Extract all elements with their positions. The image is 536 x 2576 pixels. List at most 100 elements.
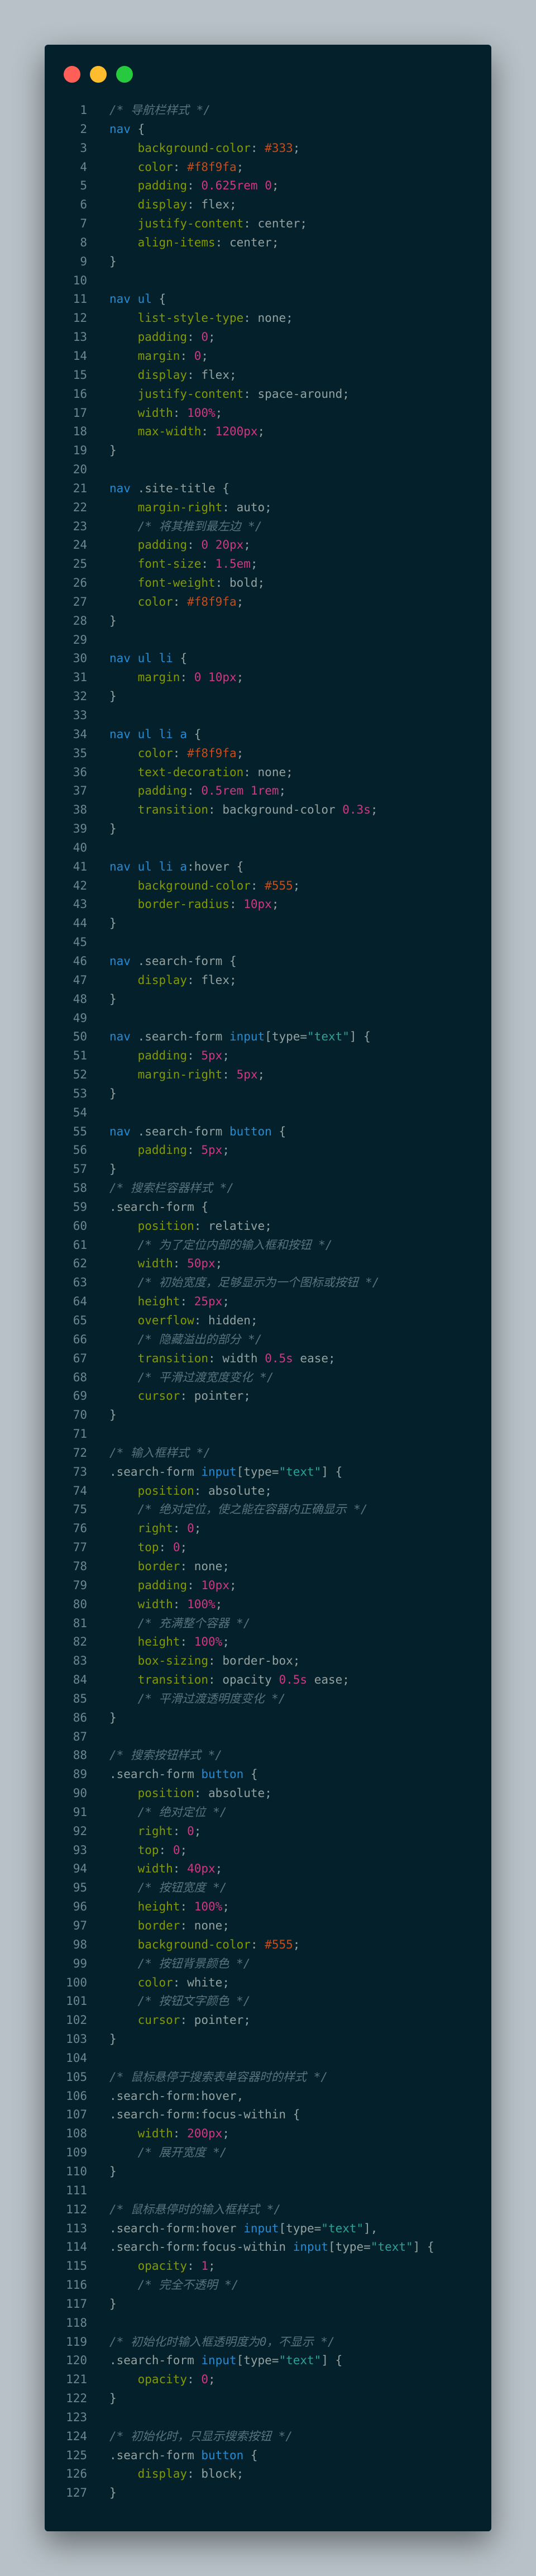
line-number: 116: [66, 2278, 87, 2292]
code-token: "text": [370, 2240, 413, 2254]
close-dot-icon[interactable]: [64, 66, 80, 83]
code-token: top: [137, 1843, 159, 1857]
code-token: ;: [229, 368, 237, 382]
code-token: 5px: [201, 1143, 223, 1157]
line-number: 58: [73, 1181, 87, 1195]
code-token: :: [250, 141, 265, 155]
line-number: 22: [73, 500, 87, 514]
code-token: ;: [265, 500, 272, 514]
code-token: .search-form {: [109, 1200, 209, 1214]
line-number: 71: [73, 1427, 87, 1441]
code-token: ] {: [321, 1465, 343, 1479]
code-block[interactable]: 1/* 导航栏样式 */2 nav {3 background-color: #3…: [45, 101, 491, 2503]
line-number: 106: [66, 2089, 87, 2103]
minimize-dot-icon[interactable]: [90, 66, 107, 83]
code-line: 30 nav ul li {: [45, 649, 491, 668]
code-token: ;: [236, 746, 244, 760]
code-token: /* 搜索栏容器样式 */: [109, 1181, 234, 1195]
code-token: 1.5em: [215, 557, 251, 571]
code-token: :: [243, 765, 258, 779]
code-token: .search-form {: [130, 954, 237, 968]
code-token: :: [187, 1578, 202, 1592]
line-number: 40: [73, 840, 87, 854]
maximize-dot-icon[interactable]: [116, 66, 133, 83]
code-token: {: [243, 1767, 258, 1781]
code-token: none: [194, 1919, 223, 1932]
code-token: :: [243, 311, 258, 325]
code-line: 98 background-color: #555;: [45, 1936, 491, 1955]
line-number: 63: [73, 1276, 87, 1290]
code-line: 109 /* 展开宽度 */: [45, 2144, 491, 2162]
code-token: color: [137, 160, 173, 174]
code-text: }: [109, 822, 117, 835]
code-line: 72 /* 输入框样式 */: [45, 1444, 491, 1463]
code-token: right: [137, 1522, 173, 1536]
code-line: 79 padding: 10px;: [45, 1576, 491, 1595]
code-line: 17 width: 100%;: [45, 404, 491, 423]
code-token: nav ul: [109, 292, 152, 306]
code-text: color: #f8f9fa;: [109, 746, 244, 760]
code-token: padding: [137, 179, 188, 193]
code-token: button: [201, 2448, 244, 2462]
code-token: cursor: [137, 2013, 180, 2027]
code-text: }: [109, 1162, 117, 1176]
line-number: 31: [73, 671, 87, 685]
code-window: 1/* 导航栏样式 */2 nav {3 background-color: #3…: [45, 45, 491, 2531]
code-token: position: [137, 1484, 194, 1498]
code-token: flex: [201, 368, 229, 382]
code-line: 43 border-radius: 10px;: [45, 895, 491, 914]
code-token: :: [208, 1673, 223, 1687]
code-token: {: [151, 292, 166, 306]
code-line: 6 display: flex;: [45, 196, 491, 215]
code-token: pointer: [194, 2013, 244, 2027]
code-line: 70}: [45, 1406, 491, 1425]
code-token: :: [173, 595, 188, 609]
code-token: space-around: [257, 387, 343, 401]
code-token: :: [187, 973, 202, 987]
code-line: 104: [45, 2049, 491, 2068]
line-number: 112: [66, 2202, 87, 2216]
line-number: 27: [73, 595, 87, 609]
code-token: margin-right: [137, 1068, 223, 1082]
code-token: ;: [215, 1597, 223, 1611]
code-line: 82 height: 100%;: [45, 1633, 491, 1652]
code-token: padding: [137, 1049, 188, 1063]
code-token: .search-form:focus-within {: [109, 2108, 300, 2122]
code-line: 100 color: white;: [45, 1974, 491, 1993]
code-line: 58 /* 搜索栏容器样式 */: [45, 1179, 491, 1198]
code-line: 63 /* 初始宽度，足够显示为一个图标或按钮 */: [45, 1273, 491, 1292]
code-text: right: 0;: [109, 1824, 202, 1838]
code-token: :: [194, 1484, 209, 1498]
line-number: 52: [73, 1068, 87, 1082]
code-token: /* 输入框样式 */: [109, 1446, 210, 1460]
code-token: :: [173, 1257, 188, 1271]
code-token: nav: [109, 954, 131, 968]
code-text: position: absolute;: [109, 1786, 272, 1800]
line-number: 99: [73, 1956, 87, 1970]
code-line: 59 .search-form {: [45, 1198, 491, 1217]
code-line: 13 padding: 0;: [45, 328, 491, 347]
code-text: /* 输入框样式 */: [109, 1446, 210, 1460]
line-number: 12: [73, 311, 87, 325]
code-token: width: [137, 2127, 173, 2141]
window-titlebar: [45, 45, 491, 98]
code-token: background-color: [137, 878, 251, 892]
code-token: 5px: [236, 1068, 258, 1082]
line-number: 94: [73, 1862, 87, 1876]
code-line: 4 color: #f8f9fa;: [45, 158, 491, 177]
code-token: padding: [137, 1143, 188, 1157]
code-line: 127}: [45, 2484, 491, 2503]
code-text: }: [109, 916, 117, 930]
code-token: ;: [293, 141, 300, 155]
line-number: 1: [80, 103, 87, 117]
code-text: justify-content: center;: [109, 217, 307, 230]
